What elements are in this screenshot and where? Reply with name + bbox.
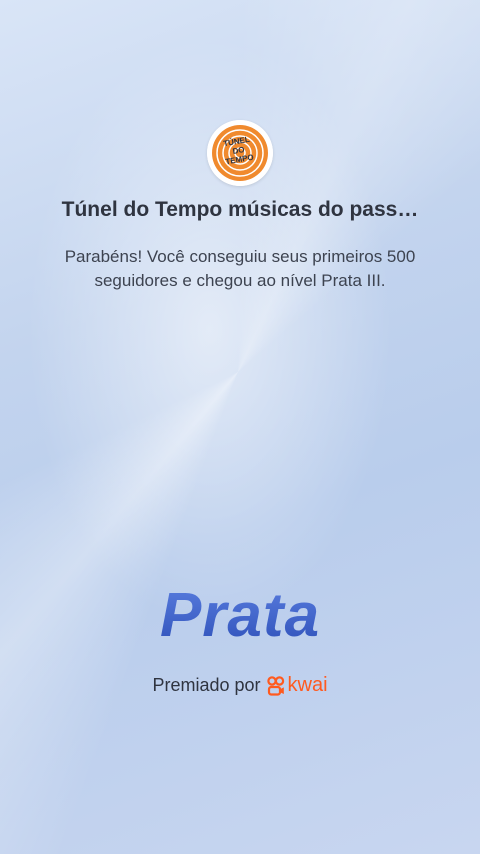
brand-name: kwai [287, 674, 328, 696]
profile-name: Túnel do Tempo músicas do pass… [61, 198, 419, 221]
level-name: Prata [0, 580, 480, 651]
avatar[interactable]: TÚNEL DO TEMPO [207, 120, 273, 186]
awarded-by: Premiado por kwai [0, 674, 480, 697]
achievement-message: Parabéns! Você conseguiu seus primeiros … [64, 247, 416, 290]
kwai-logo-icon [266, 675, 285, 696]
kwai-brand: kwai [266, 674, 328, 697]
tunel-do-tempo-logo-icon: TÚNEL DO TEMPO [207, 120, 273, 186]
awarded-by-label: Premiado por [152, 675, 261, 695]
